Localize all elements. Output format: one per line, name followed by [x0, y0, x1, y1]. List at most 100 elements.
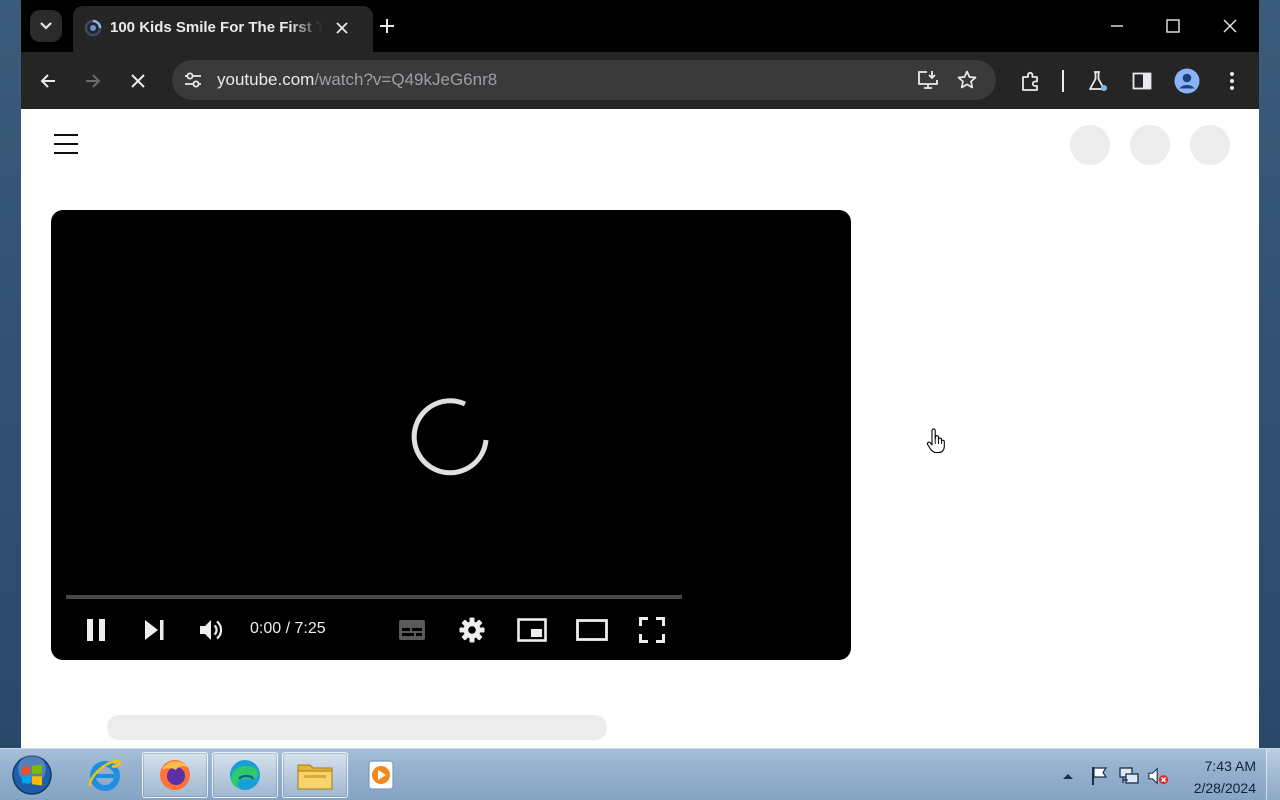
start-button[interactable]: [9, 754, 55, 796]
browser-toolbar: youtube.com/watch?v=Q49kJeG6nr8: [21, 52, 1259, 109]
new-tab-button[interactable]: [373, 12, 401, 40]
profile-button[interactable]: [1170, 64, 1204, 98]
subtitles-button[interactable]: [394, 612, 430, 648]
fullscreen-button[interactable]: [634, 612, 670, 648]
fullscreen-icon: [639, 617, 665, 643]
active-tab[interactable]: 100 Kids Smile For The First Time: [73, 6, 373, 52]
desktop-background-left: [0, 0, 21, 748]
puzzle-piece-icon: [1022, 71, 1038, 91]
close-icon: [336, 22, 348, 34]
edge-icon: [230, 760, 260, 790]
close-window-button[interactable]: [1210, 6, 1250, 46]
network-icon[interactable]: [1118, 765, 1140, 787]
clock-time[interactable]: 7:43 AM: [1205, 758, 1256, 774]
network-icon: [1119, 767, 1139, 784]
internet-explorer-icon: [88, 759, 121, 791]
theater-mode-button[interactable]: [574, 612, 610, 648]
forward-button[interactable]: [76, 64, 110, 98]
taskbar-internet-explorer[interactable]: [72, 752, 138, 798]
install-desktop-icon: [918, 71, 938, 89]
minimize-window-button[interactable]: [1097, 6, 1137, 46]
volume-muted-icon: [1148, 767, 1169, 785]
maximize-icon: [1166, 19, 1180, 33]
back-button[interactable]: [31, 64, 65, 98]
header-icon-placeholder: [1070, 125, 1110, 165]
media-player-icon: [368, 760, 394, 790]
hamburger-menu-button[interactable]: [51, 131, 81, 157]
menu-line: [54, 143, 78, 145]
volume-muted-icon[interactable]: [1148, 765, 1170, 787]
maximize-window-button[interactable]: [1153, 6, 1193, 46]
skip-next-icon: [145, 620, 164, 640]
address-bar[interactable]: youtube.com/watch?v=Q49kJeG6nr8: [172, 60, 996, 100]
miniplayer-icon: [517, 618, 547, 642]
chevron-down-icon: [40, 22, 52, 30]
plus-icon: [380, 19, 394, 33]
subtitles-icon: [399, 620, 425, 640]
mute-button[interactable]: [194, 612, 230, 648]
tab-strip: 100 Kids Smile For The First Time: [21, 0, 1259, 52]
header-icon-placeholder: [1190, 125, 1230, 165]
avatar-icon: [1174, 68, 1200, 94]
windows-logo-icon: [12, 755, 52, 795]
page-content: 0:00 / 7:25: [21, 109, 1259, 748]
video-title-placeholder: [107, 715, 607, 740]
taskbar-file-explorer[interactable]: [282, 752, 348, 798]
action-center-icon[interactable]: [1088, 765, 1110, 787]
loading-spinner-icon: [411, 398, 489, 476]
side-panel-icon: [1132, 72, 1152, 90]
miniplayer-button[interactable]: [514, 612, 550, 648]
bookmark-star-button[interactable]: [955, 68, 979, 92]
firefox-icon: [160, 760, 190, 790]
tab-title: 100 Kids Smile For The First Time: [110, 19, 322, 36]
gear-icon: [459, 617, 485, 643]
video-player[interactable]: 0:00 / 7:25: [51, 210, 851, 660]
theater-mode-icon: [576, 619, 608, 641]
stop-loading-button[interactable]: [121, 64, 155, 98]
minimize-icon: [1111, 25, 1123, 27]
menu-line: [54, 134, 78, 136]
taskbar-media-player[interactable]: [348, 752, 414, 798]
browser-menu-button[interactable]: [1215, 64, 1249, 98]
windows-taskbar: 7:43 AM 2/28/2024: [0, 748, 1280, 800]
progress-bar[interactable]: [66, 595, 682, 599]
desktop-background-right: [1259, 0, 1280, 748]
pause-icon: [87, 619, 105, 641]
show-hidden-icons-button[interactable]: [1057, 765, 1079, 787]
star-outline-icon: [957, 70, 977, 89]
install-app-button[interactable]: [916, 68, 940, 92]
browser-window: 100 Kids Smile For The First Time: [21, 0, 1259, 748]
more-vertical-icon: [1230, 72, 1234, 90]
close-icon: [131, 74, 145, 88]
taskbar-firefox[interactable]: [142, 752, 208, 798]
time-display: 0:00 / 7:25: [250, 620, 326, 637]
hand-cursor-icon: [926, 428, 945, 454]
site-info-button[interactable]: [181, 68, 205, 92]
arrow-left-icon: [40, 74, 55, 88]
chevron-up-icon: [1063, 774, 1073, 779]
tab-close-button[interactable]: [331, 17, 353, 39]
file-explorer-icon: [297, 764, 333, 790]
url-host: youtube.com: [217, 70, 315, 89]
next-video-button[interactable]: [136, 612, 172, 648]
settings-button[interactable]: [454, 612, 490, 648]
taskbar-edge[interactable]: [212, 752, 278, 798]
flask-icon: [1089, 71, 1107, 91]
pause-button[interactable]: [78, 612, 114, 648]
extensions-button[interactable]: [1014, 64, 1048, 98]
clock-date[interactable]: 2/28/2024: [1194, 780, 1256, 796]
menu-line: [54, 152, 78, 154]
arrow-right-icon: [86, 74, 101, 88]
url-path: /watch?v=Q49kJeG6nr8: [314, 70, 498, 89]
toolbar-separator: [1062, 70, 1064, 92]
volume-icon: [200, 620, 223, 640]
chrome-labs-button[interactable]: [1080, 64, 1114, 98]
url-text: youtube.com/watch?v=Q49kJeG6nr8: [217, 70, 497, 90]
show-desktop-button[interactable]: [1266, 749, 1280, 800]
side-panel-button[interactable]: [1125, 64, 1159, 98]
header-icon-placeholder: [1130, 125, 1170, 165]
flag-icon: [1092, 767, 1108, 785]
close-icon: [1223, 19, 1237, 33]
tab-search-button[interactable]: [30, 10, 62, 42]
loading-spinner-icon: [84, 19, 102, 37]
